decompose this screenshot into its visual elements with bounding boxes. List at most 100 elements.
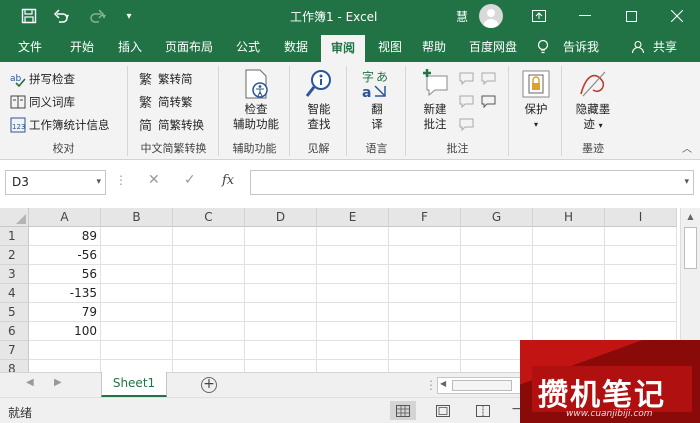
cell-c3[interactable] [173,265,245,284]
to-simplified-button[interactable]: 繁 繁转简 [139,68,193,90]
column-header-c[interactable]: C [173,208,245,227]
hide-ink-button[interactable]: 隐藏墨 迹 ▾ [569,68,617,133]
column-header-f[interactable]: F [389,208,461,227]
cell-g4[interactable] [461,284,533,303]
name-box-dropdown-icon[interactable]: ▾ [96,177,101,187]
cell-d5[interactable] [245,303,317,322]
workbook-stats-button[interactable]: 123 工作簿统计信息 [10,114,110,136]
formula-bar-splitter[interactable]: ⋮ [115,173,127,187]
smart-lookup-button[interactable]: 智能 查找 [297,68,341,132]
column-header-h[interactable]: H [533,208,605,227]
close-icon[interactable] [654,0,700,32]
show-all-comments-icon[interactable] [459,114,475,136]
vertical-scroll-thumb[interactable] [684,227,697,269]
cell-b3[interactable] [101,265,173,284]
row-header-2[interactable]: 2 [0,246,29,265]
cell-h3[interactable] [533,265,605,284]
customize-icon[interactable]: ▾ [114,0,144,32]
cell-d4[interactable] [245,284,317,303]
share-button[interactable]: 共享 [648,32,682,62]
add-sheet-icon[interactable]: + [201,377,217,393]
tab-review[interactable]: 审阅 [321,35,365,62]
tab-home[interactable]: 开始 [60,32,104,62]
cell-f7[interactable] [389,341,461,360]
lightbulb-icon[interactable] [535,32,551,62]
cell-e1[interactable] [317,227,389,246]
cell-f8[interactable] [389,360,461,372]
cell-c4[interactable] [173,284,245,303]
enter-icon[interactable]: ✓ [184,172,196,188]
cell-a1[interactable]: 89 [29,227,101,246]
cell-h1[interactable] [533,227,605,246]
cell-f1[interactable] [389,227,461,246]
row-header-6[interactable]: 6 [0,322,29,341]
column-header-g[interactable]: G [461,208,533,227]
row-header-1[interactable]: 1 [0,227,29,246]
cell-c6[interactable] [173,322,245,341]
cell-f5[interactable] [389,303,461,322]
page-layout-view-icon[interactable] [430,401,456,420]
minimize-icon[interactable] [562,0,608,32]
page-break-view-icon[interactable] [470,401,496,420]
column-header-b[interactable]: B [101,208,173,227]
horizontal-scrollbar[interactable]: ◀ [437,377,527,394]
cell-c7[interactable] [173,341,245,360]
tab-view[interactable]: 视图 [368,32,412,62]
cell-c8[interactable] [173,360,245,372]
cell-b1[interactable] [101,227,173,246]
cell-f3[interactable] [389,265,461,284]
check-accessibility-button[interactable]: 检查 辅助功能 [228,68,284,132]
cell-e7[interactable] [317,341,389,360]
cell-b4[interactable] [101,284,173,303]
cell-c2[interactable] [173,246,245,265]
cell-f4[interactable] [389,284,461,303]
row-header-3[interactable]: 3 [0,265,29,284]
row-header-8[interactable]: 8 [0,360,29,372]
column-header-d[interactable]: D [245,208,317,227]
tab-insert[interactable]: 插入 [108,32,152,62]
cell-g3[interactable] [461,265,533,284]
new-comment-button[interactable]: 新建 批注 [413,68,457,132]
cell-i5[interactable] [605,303,677,322]
cell-e5[interactable] [317,303,389,322]
row-header-4[interactable]: 4 [0,284,29,303]
cell-a5[interactable]: 79 [29,303,101,322]
chinese-convert-button[interactable]: 简 简繁转换 [139,114,204,136]
cell-g1[interactable] [461,227,533,246]
cell-i4[interactable] [605,284,677,303]
tab-file[interactable]: 文件 [8,32,52,62]
save-icon[interactable] [14,0,44,32]
cell-g2[interactable] [461,246,533,265]
avatar[interactable] [479,4,503,28]
next-sheet-icon[interactable]: ▶ [54,377,62,388]
cell-c1[interactable] [173,227,245,246]
formula-input[interactable]: ▾ [250,170,694,195]
protect-button[interactable]: 保护 ▾ [518,68,554,132]
cell-e6[interactable] [317,322,389,341]
to-traditional-button[interactable]: 繁 简转繁 [139,91,193,113]
cell-h5[interactable] [533,303,605,322]
scroll-left-icon[interactable]: ◀ [440,379,446,388]
maximize-icon[interactable] [608,0,654,32]
cell-d8[interactable] [245,360,317,372]
prev-sheet-icon[interactable]: ◀ [26,377,34,388]
name-box[interactable]: D3 ▾ [5,170,106,195]
cell-g5[interactable] [461,303,533,322]
cell-b6[interactable] [101,322,173,341]
cell-g6[interactable] [461,322,533,341]
cell-b8[interactable] [101,360,173,372]
share-user-icon[interactable] [630,32,646,62]
cell-e3[interactable] [317,265,389,284]
tab-help[interactable]: 帮助 [412,32,456,62]
cell-b5[interactable] [101,303,173,322]
cell-a7[interactable] [29,341,101,360]
translate-button[interactable]: 字あa 翻 译 [358,68,396,132]
thesaurus-button[interactable]: 同义词库 [10,91,75,113]
column-header-e[interactable]: E [317,208,389,227]
ribbon-display-icon[interactable] [516,0,562,32]
tab-formulas[interactable]: 公式 [226,32,270,62]
cell-h4[interactable] [533,284,605,303]
insert-function-button[interactable]: fx [222,173,234,188]
cell-i6[interactable] [605,322,677,341]
cell-i2[interactable] [605,246,677,265]
